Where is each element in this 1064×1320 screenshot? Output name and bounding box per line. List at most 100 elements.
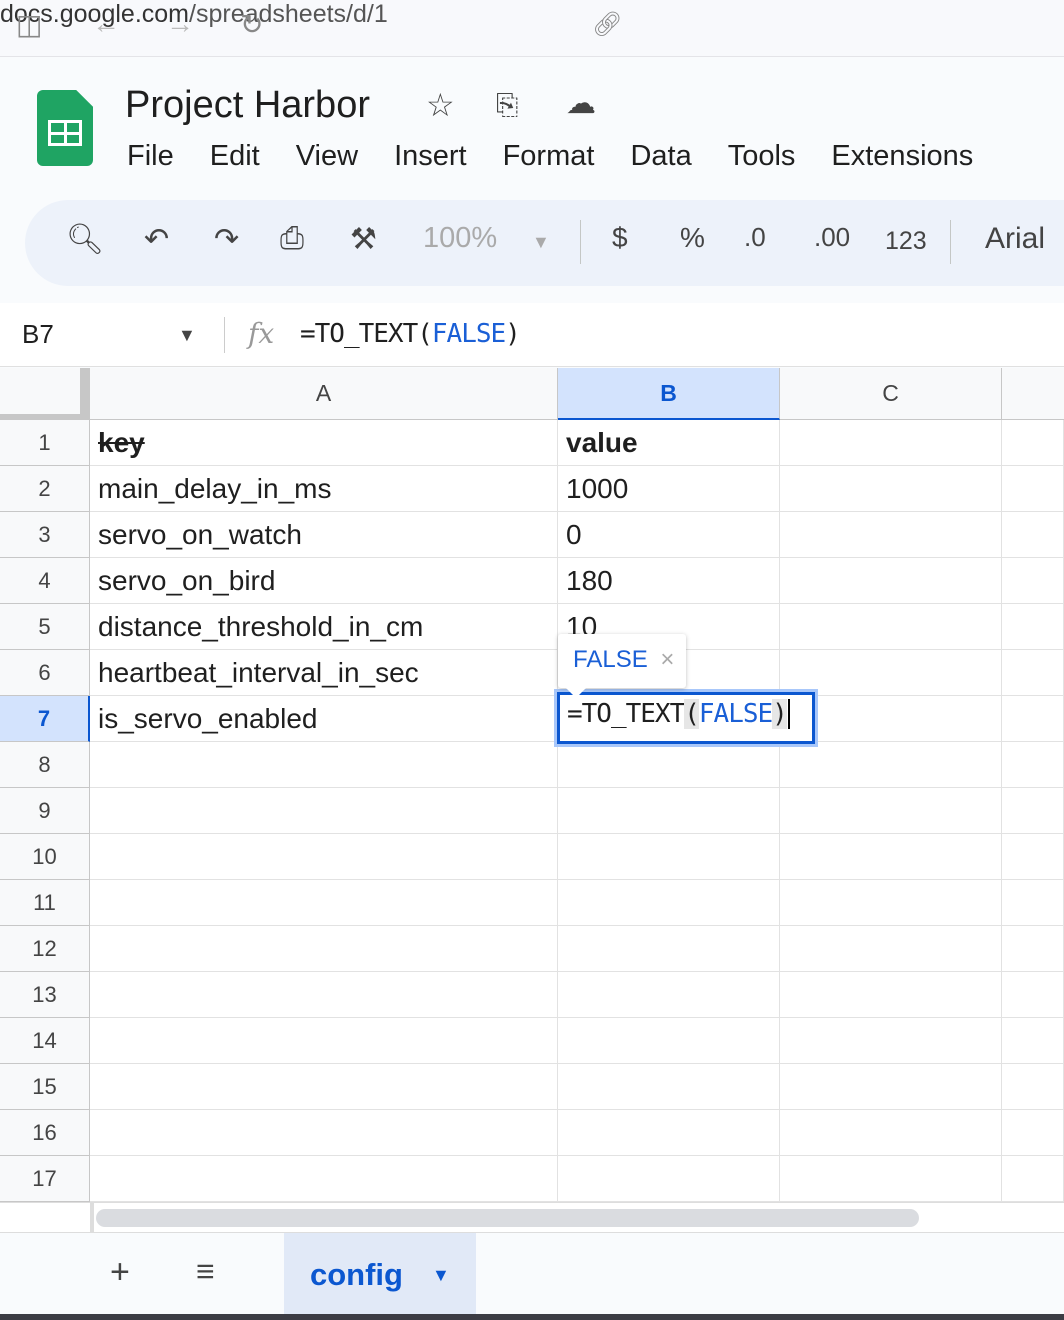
- number-format-button[interactable]: 123: [885, 227, 927, 256]
- sidebar-toggle-icon[interactable]: ◫: [16, 8, 42, 41]
- name-box[interactable]: B7: [22, 319, 54, 350]
- cell-d11[interactable]: [1002, 880, 1064, 926]
- redo-icon[interactable]: ↷: [214, 222, 239, 257]
- cell-b9[interactable]: [558, 788, 780, 834]
- cell-b16[interactable]: [558, 1110, 780, 1156]
- add-sheet-icon[interactable]: +: [110, 1253, 130, 1292]
- currency-button[interactable]: $: [612, 222, 628, 254]
- menu-view[interactable]: View: [296, 140, 358, 173]
- star-icon[interactable]: ☆: [426, 86, 455, 124]
- cell-d2[interactable]: [1002, 466, 1064, 512]
- zoom-select[interactable]: 100%: [423, 222, 497, 255]
- menu-extensions[interactable]: Extensions: [831, 140, 973, 173]
- cell-a16[interactable]: [90, 1110, 558, 1156]
- cell-c4[interactable]: [780, 558, 1002, 604]
- column-header-d[interactable]: [1002, 368, 1064, 420]
- cell-b1[interactable]: value: [558, 420, 780, 466]
- print-icon[interactable]: ⎙: [280, 222, 304, 256]
- address-bar[interactable]: docs.google.com/spreadsheets/d/1: [0, 0, 1064, 29]
- cell-d3[interactable]: [1002, 512, 1064, 558]
- cell-a11[interactable]: [90, 880, 558, 926]
- cell-c9[interactable]: [780, 788, 1002, 834]
- column-header-b[interactable]: B: [558, 368, 780, 420]
- row-header[interactable]: 17: [0, 1156, 90, 1202]
- cell-d15[interactable]: [1002, 1064, 1064, 1110]
- select-all-corner[interactable]: [0, 368, 90, 420]
- close-icon[interactable]: ×: [660, 646, 674, 673]
- cell-b12[interactable]: [558, 926, 780, 972]
- cell-d1[interactable]: [1002, 420, 1064, 466]
- cell-b11[interactable]: [558, 880, 780, 926]
- cell-b3[interactable]: 0: [558, 512, 780, 558]
- row-header[interactable]: 15: [0, 1064, 90, 1110]
- cell-a12[interactable]: [90, 926, 558, 972]
- cell-d10[interactable]: [1002, 834, 1064, 880]
- all-sheets-icon[interactable]: ≡: [196, 1253, 215, 1290]
- cell-d13[interactable]: [1002, 972, 1064, 1018]
- horizontal-scrollbar[interactable]: [96, 1209, 919, 1227]
- cell-d8[interactable]: [1002, 742, 1064, 788]
- row-header[interactable]: 11: [0, 880, 90, 926]
- row-header[interactable]: 5: [0, 604, 90, 650]
- menu-format[interactable]: Format: [503, 140, 595, 173]
- cell-d7[interactable]: [1002, 696, 1064, 742]
- cell-a17[interactable]: [90, 1156, 558, 1202]
- cell-c1[interactable]: [780, 420, 1002, 466]
- row-header[interactable]: 6: [0, 650, 90, 696]
- undo-icon[interactable]: ↶: [144, 222, 169, 257]
- cell-a9[interactable]: [90, 788, 558, 834]
- increase-decimal-button[interactable]: .00: [814, 222, 850, 253]
- row-header[interactable]: 2: [0, 466, 90, 512]
- cell-c15[interactable]: [780, 1064, 1002, 1110]
- row-header[interactable]: 12: [0, 926, 90, 972]
- cell-b17[interactable]: [558, 1156, 780, 1202]
- cell-a6[interactable]: heartbeat_interval_in_sec: [90, 650, 558, 696]
- cell-c5[interactable]: [780, 604, 1002, 650]
- back-icon[interactable]: ←: [92, 8, 120, 40]
- cell-b14[interactable]: [558, 1018, 780, 1064]
- cell-c14[interactable]: [780, 1018, 1002, 1064]
- cell-d6[interactable]: [1002, 650, 1064, 696]
- chevron-down-icon[interactable]: ▼: [432, 1265, 450, 1286]
- cell-c11[interactable]: [780, 880, 1002, 926]
- column-header-c[interactable]: C: [780, 368, 1002, 420]
- cell-a15[interactable]: [90, 1064, 558, 1110]
- font-select[interactable]: Arial: [985, 222, 1045, 256]
- row-header[interactable]: 8: [0, 742, 90, 788]
- row-header[interactable]: 16: [0, 1110, 90, 1156]
- cloud-saved-icon[interactable]: ☁︎: [566, 86, 596, 121]
- cell-d4[interactable]: [1002, 558, 1064, 604]
- paint-format-icon[interactable]: ⚒: [350, 222, 377, 257]
- column-header-a[interactable]: A: [90, 368, 558, 420]
- name-box-dropdown-icon[interactable]: ▼: [178, 325, 196, 346]
- menu-insert[interactable]: Insert: [394, 140, 467, 173]
- formula-input[interactable]: =TO_TEXT(FALSE): [300, 319, 521, 349]
- cell-c8[interactable]: [780, 742, 1002, 788]
- sheet-tab-config[interactable]: config ▼: [284, 1233, 476, 1315]
- cell-b2[interactable]: 1000: [558, 466, 780, 512]
- cell-b10[interactable]: [558, 834, 780, 880]
- cell-d9[interactable]: [1002, 788, 1064, 834]
- cell-b15[interactable]: [558, 1064, 780, 1110]
- cell-a7[interactable]: is_servo_enabled: [90, 696, 558, 742]
- cell-a2[interactable]: main_delay_in_ms: [90, 466, 558, 512]
- cell-a14[interactable]: [90, 1018, 558, 1064]
- cell-c13[interactable]: [780, 972, 1002, 1018]
- cell-b8[interactable]: [558, 742, 780, 788]
- menu-file[interactable]: File: [127, 140, 174, 173]
- menu-tools[interactable]: Tools: [728, 140, 796, 173]
- cell-c6[interactable]: [780, 650, 1002, 696]
- row-header[interactable]: 10: [0, 834, 90, 880]
- cell-c10[interactable]: [780, 834, 1002, 880]
- cell-d16[interactable]: [1002, 1110, 1064, 1156]
- zoom-dropdown-icon[interactable]: ▼: [532, 232, 550, 253]
- cell-d14[interactable]: [1002, 1018, 1064, 1064]
- sheets-logo[interactable]: [37, 90, 93, 166]
- cell-d17[interactable]: [1002, 1156, 1064, 1202]
- search-icon[interactable]: 🔍︎: [66, 222, 104, 257]
- cell-c3[interactable]: [780, 512, 1002, 558]
- cell-b4[interactable]: 180: [558, 558, 780, 604]
- forward-icon[interactable]: →: [166, 8, 194, 40]
- menu-edit[interactable]: Edit: [210, 140, 260, 173]
- cell-c17[interactable]: [780, 1156, 1002, 1202]
